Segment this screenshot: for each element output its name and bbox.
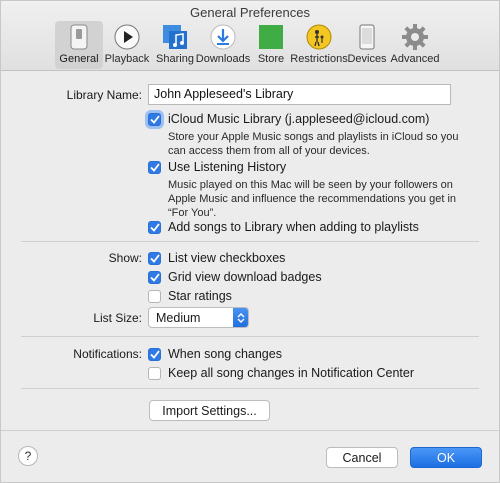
- section-divider: [21, 388, 479, 389]
- updown-arrows-icon: [233, 308, 248, 327]
- icloud-music-library-label: iCloud Music Library (j.appleseed@icloud…: [168, 112, 430, 126]
- gear-icon: [402, 24, 428, 50]
- when-song-changes-label: When song changes: [168, 347, 282, 361]
- notifications-label: Notifications:: [73, 347, 142, 361]
- import-settings-button[interactable]: Import Settings...: [149, 400, 270, 421]
- list-view-checkboxes-label: List view checkboxes: [168, 251, 286, 265]
- star-ratings-checkbox[interactable]: Star ratings: [148, 289, 232, 303]
- library-name-field[interactable]: John Appleseed's Library: [148, 84, 451, 105]
- cancel-button[interactable]: Cancel: [326, 447, 398, 468]
- tab-downloads-label: Downloads: [195, 53, 251, 65]
- tab-devices[interactable]: Devices: [343, 21, 391, 69]
- icloud-help-line-1: Store your Apple Music songs and playlis…: [168, 131, 459, 143]
- checkmark-icon: [148, 160, 161, 174]
- checkbox-box: [148, 289, 161, 303]
- list-size-label: List Size:: [93, 311, 142, 325]
- tab-restrictions[interactable]: Restrictions: [290, 21, 348, 69]
- when-song-changes-checkbox[interactable]: When song changes: [148, 347, 282, 361]
- icloud-music-library-checkbox[interactable]: iCloud Music Library (j.appleseed@icloud…: [148, 112, 429, 126]
- checkmark-icon: [148, 270, 161, 284]
- checkmark-icon: [148, 347, 161, 361]
- tab-general[interactable]: General: [55, 21, 103, 69]
- music-sharing-icon: [162, 24, 188, 50]
- preferences-window: General Preferences General Playback Sha…: [0, 0, 500, 483]
- tab-sharing[interactable]: Sharing: [151, 21, 199, 69]
- icloud-help-text: Store your Apple Music songs and playlis…: [168, 130, 458, 158]
- checkmark-icon: [148, 112, 161, 126]
- tab-advanced-label: Advanced: [390, 53, 440, 65]
- tab-devices-label: Devices: [347, 53, 387, 65]
- tab-advanced[interactable]: Advanced: [391, 21, 439, 69]
- listening-history-checkbox[interactable]: Use Listening History: [148, 160, 286, 174]
- list-view-checkboxes-checkbox[interactable]: List view checkboxes: [148, 251, 285, 265]
- add-songs-to-library-checkbox[interactable]: Add songs to Library when adding to play…: [148, 220, 419, 234]
- keep-all-song-changes-checkbox[interactable]: Keep all song changes in Notification Ce…: [148, 366, 414, 380]
- download-icon: [210, 24, 236, 50]
- checkmark-icon: [148, 251, 161, 265]
- list-size-value: Medium: [156, 310, 201, 325]
- tab-store[interactable]: Store: [247, 21, 295, 69]
- parental-icon: [306, 24, 332, 50]
- title-bar: General Preferences General Playback Sha…: [1, 1, 499, 71]
- keep-all-song-changes-label: Keep all song changes in Notification Ce…: [168, 366, 414, 380]
- grid-view-badges-label: Grid view download badges: [168, 270, 322, 284]
- history-help-line-2: Apple Music and influence the recommenda…: [168, 193, 457, 205]
- ok-button[interactable]: OK: [410, 447, 482, 468]
- play-icon: [114, 24, 140, 50]
- section-divider: [21, 241, 479, 242]
- tab-store-label: Store: [257, 53, 285, 65]
- tab-restrictions-label: Restrictions: [290, 53, 348, 65]
- icloud-help-line-2: can access them from all of your devices…: [168, 145, 370, 157]
- tab-general-label: General: [59, 53, 99, 65]
- show-label: Show:: [108, 251, 142, 265]
- history-help-line-3: “For You”.: [168, 207, 217, 219]
- preferences-toolbar: General Playback Sharing Downloads Store…: [55, 21, 439, 69]
- history-help-text: Music played on this Mac will be seen by…: [168, 178, 456, 220]
- library-name-label: Library Name:: [66, 88, 142, 102]
- store-icon: [258, 24, 284, 50]
- footer-divider: [1, 430, 499, 431]
- general-switch-icon: [66, 24, 92, 50]
- tab-playback-label: Playback: [104, 53, 150, 65]
- general-pane: Library Name: John Appleseed's Library i…: [1, 72, 499, 482]
- list-size-popup[interactable]: Medium: [148, 307, 249, 328]
- window-title: General Preferences: [190, 5, 310, 20]
- help-button[interactable]: ?: [18, 446, 38, 466]
- add-songs-label: Add songs to Library when adding to play…: [168, 220, 419, 234]
- history-help-line-1: Music played on this Mac will be seen by…: [168, 179, 453, 191]
- checkbox-box: [148, 366, 161, 380]
- listening-history-label: Use Listening History: [168, 160, 287, 174]
- section-divider: [21, 336, 479, 337]
- star-ratings-label: Star ratings: [168, 289, 232, 303]
- tab-downloads[interactable]: Downloads: [195, 21, 251, 69]
- phone-icon: [354, 24, 380, 50]
- grid-view-badges-checkbox[interactable]: Grid view download badges: [148, 270, 322, 284]
- tab-sharing-label: Sharing: [156, 53, 194, 65]
- tab-playback[interactable]: Playback: [103, 21, 151, 69]
- checkmark-icon: [148, 220, 161, 234]
